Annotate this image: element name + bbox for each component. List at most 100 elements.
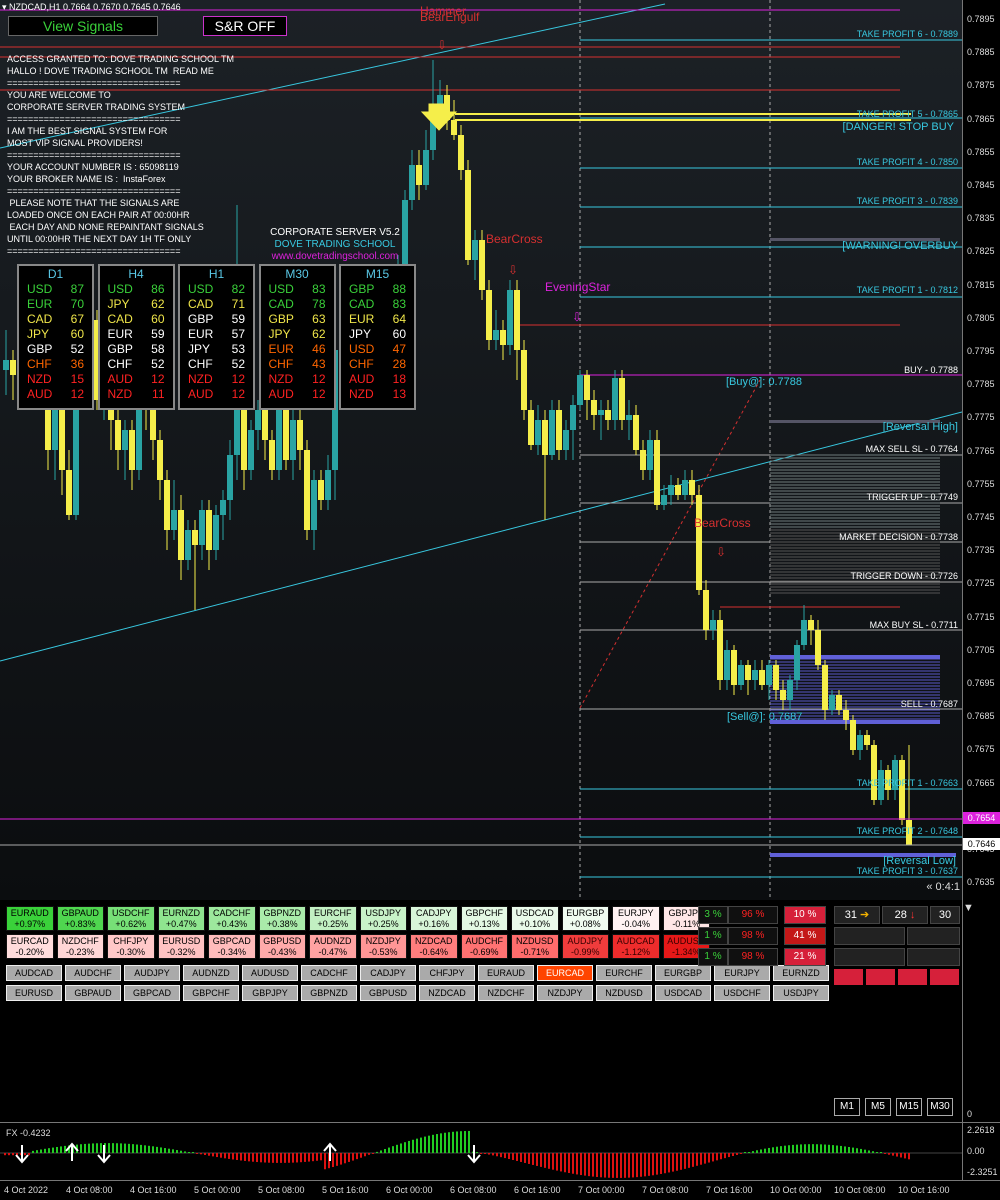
osc-bar	[796, 1144, 798, 1153]
pair-performance-tile[interactable]: EURUSD -0.32%	[157, 934, 205, 959]
pair-performance-tile[interactable]: EURNZD +0.47%	[157, 906, 205, 931]
pair-button-gbpchf[interactable]: GBPCHF	[183, 985, 239, 1001]
pair-performance-tile[interactable]: GBPCAD -0.34%	[208, 934, 256, 959]
pair-performance-tile[interactable]: USDJPY +0.25%	[359, 906, 407, 931]
tile-change: -0.99%	[570, 947, 600, 957]
candle-body	[836, 695, 842, 710]
pair-button-nzdusd[interactable]: NZDUSD	[596, 985, 652, 1001]
currency-code: GBP	[107, 342, 133, 356]
pair-button-eurusd[interactable]: EURUSD	[6, 985, 62, 1001]
pair-performance-tile[interactable]: GBPNZD +0.38%	[258, 906, 306, 931]
osc-bar	[144, 1145, 146, 1153]
candle-body	[822, 665, 828, 710]
pair-button-gbpnzd[interactable]: GBPNZD	[301, 985, 357, 1001]
pair-performance-tile[interactable]: CHFJPY -0.30%	[107, 934, 155, 959]
counter-blank-3	[834, 948, 905, 966]
pair-button-audchf[interactable]: AUDCHF	[65, 965, 121, 981]
osc-axis-zero: 0.00	[967, 1146, 985, 1156]
pair-button-usdcad[interactable]: USDCAD	[655, 985, 711, 1001]
candle-body	[661, 495, 667, 505]
pair-performance-tile[interactable]: CADCHF +0.43%	[208, 906, 256, 931]
strength-row: USD 47	[341, 342, 414, 357]
pair-performance-tile[interactable]: NZDUSD -0.71%	[511, 934, 559, 959]
pair-performance-tile[interactable]: GBPAUD +0.83%	[56, 906, 104, 931]
tile-change: -0.32%	[166, 947, 196, 957]
pair-button-usdchf[interactable]: USDCHF	[714, 985, 770, 1001]
strength-value: 28	[392, 357, 406, 371]
osc-bar	[408, 1140, 410, 1153]
osc-bar	[204, 1153, 206, 1156]
pair-button-gbpaud[interactable]: GBPAUD	[65, 985, 121, 1001]
timeframe-button-m1[interactable]: M1	[834, 1098, 860, 1116]
pair-performance-tile[interactable]: AUDJPY -0.99%	[561, 934, 609, 959]
pair-button-audjpy[interactable]: AUDJPY	[124, 965, 180, 981]
pair-button-audcad[interactable]: AUDCAD	[6, 965, 62, 981]
osc-bar	[28, 1153, 30, 1156]
timeframe-button-m30[interactable]: M30	[927, 1098, 953, 1116]
time-axis[interactable]: 4 Oct 2022 4 Oct 08:00 4 Oct 16:00 5 Oct 00…	[0, 1180, 1000, 1200]
pair-button-audusd[interactable]: AUDUSD	[242, 965, 298, 981]
pair-performance-tile[interactable]: USDCHF +0.62%	[107, 906, 155, 931]
sr-toggle-button[interactable]: S&R OFF	[203, 16, 287, 36]
stat-sell-percent: 98 %	[728, 948, 778, 966]
pair-performance-tile[interactable]: EURGBP +0.08%	[561, 906, 609, 931]
candle-body	[850, 720, 856, 750]
pair-button-nzdcad[interactable]: NZDCAD	[419, 985, 475, 1001]
price-chart[interactable]: ⇩ ⇩ ⇩ ⇩ ▾ NZDCAD,H1 0.7664 0.7670 0.7645…	[0, 0, 962, 900]
timeframe-button-m15[interactable]: M15	[896, 1098, 922, 1116]
osc-bar	[484, 1153, 486, 1154]
pair-performance-tile[interactable]: USDCAD +0.10%	[511, 906, 559, 931]
pair-button-nzdchf[interactable]: NZDCHF	[478, 985, 534, 1001]
strength-value: 12	[231, 387, 245, 401]
pair-button-chfjpy[interactable]: CHFJPY	[419, 965, 475, 981]
message-line: YOU ARE WELCOME TO	[7, 90, 111, 100]
pair-performance-tile[interactable]: EURJPY -0.04%	[612, 906, 660, 931]
pair-performance-tile[interactable]: GBPCHF +0.13%	[460, 906, 508, 931]
pair-performance-tile[interactable]: NZDCAD -0.64%	[410, 934, 458, 959]
candle-body	[668, 485, 674, 495]
pair-button-cadjpy[interactable]: CADJPY	[360, 965, 416, 981]
pair-performance-tile[interactable]: EURAUD +0.97%	[6, 906, 54, 931]
pair-button-audnzd[interactable]: AUDNZD	[183, 965, 239, 981]
osc-bar	[552, 1153, 554, 1170]
osc-bar	[652, 1153, 654, 1176]
osc-bar	[128, 1143, 130, 1153]
pair-performance-tile[interactable]: AUDCHF -0.69%	[460, 934, 508, 959]
time-tick-label: 5 Oct 08:00	[258, 1185, 305, 1195]
pair-button-usdjpy[interactable]: USDJPY	[773, 985, 829, 1001]
osc-bar	[304, 1153, 306, 1162]
currency-code: JPY	[349, 327, 372, 341]
tile-pair: EURCAD	[10, 936, 49, 946]
pair-button-gbpusd[interactable]: GBPUSD	[360, 985, 416, 1001]
pair-performance-tile[interactable]: AUDNZD -0.47%	[309, 934, 357, 959]
access-message-panel: ACCESS GRANTED TO: DOVE TRADING SCHOOL T…	[7, 53, 234, 257]
counter-blank-1	[834, 927, 905, 945]
pair-performance-tile[interactable]: CADJPY +0.16%	[410, 906, 458, 931]
time-tick-label: 7 Oct 08:00	[642, 1185, 689, 1195]
timeframe-button-m5[interactable]: M5	[865, 1098, 891, 1116]
pair-performance-tile[interactable]: NZDJPY -0.53%	[359, 934, 407, 959]
price-axis[interactable]: 0.7895 0.7885 0.7875 0.7865 0.7855 0.7845 0.78…	[962, 0, 1000, 900]
time-tick-label: 10 Oct 00:00	[770, 1185, 822, 1195]
osc-bar	[292, 1153, 294, 1163]
server-website: www.dovetradingschool.com	[271, 251, 399, 262]
view-signals-button[interactable]: View Signals	[8, 16, 158, 36]
pair-performance-tile[interactable]: NZDCHF -0.23%	[56, 934, 104, 959]
osc-bar	[364, 1153, 366, 1157]
pair-button-cadchf[interactable]: CADCHF	[301, 965, 357, 981]
osc-bar	[48, 1148, 50, 1153]
pair-button-gbpjpy[interactable]: GBPJPY	[242, 985, 298, 1001]
sell-label: SELL - 0.7687	[900, 699, 958, 709]
pair-performance-tile[interactable]: EURCAD -0.20%	[6, 934, 54, 959]
pair-performance-tile[interactable]: EURCHF +0.25%	[309, 906, 357, 931]
pair-button-eurcad[interactable]: EURCAD	[537, 965, 593, 981]
strength-panel-h1: H1 USD 82 CAD 71 GBP 59 EUR 57 JPY 53 CHF 52 NZD 12 AUD…	[178, 264, 255, 410]
tp4-label: TAKE PROFIT 4 - 0.7850	[856, 157, 958, 167]
triangle-down-icon[interactable]: ▾	[2, 2, 9, 12]
pair-performance-tile[interactable]: GBPUSD -0.43%	[258, 934, 306, 959]
pair-button-eurchf[interactable]: EURCHF	[596, 965, 652, 981]
pair-performance-tile[interactable]: AUDCAD -1.12%	[612, 934, 660, 959]
pair-button-nzdjpy[interactable]: NZDJPY	[537, 985, 593, 1001]
pair-button-euraud[interactable]: EURAUD	[478, 965, 534, 981]
pair-button-gbpcad[interactable]: GBPCAD	[124, 985, 180, 1001]
